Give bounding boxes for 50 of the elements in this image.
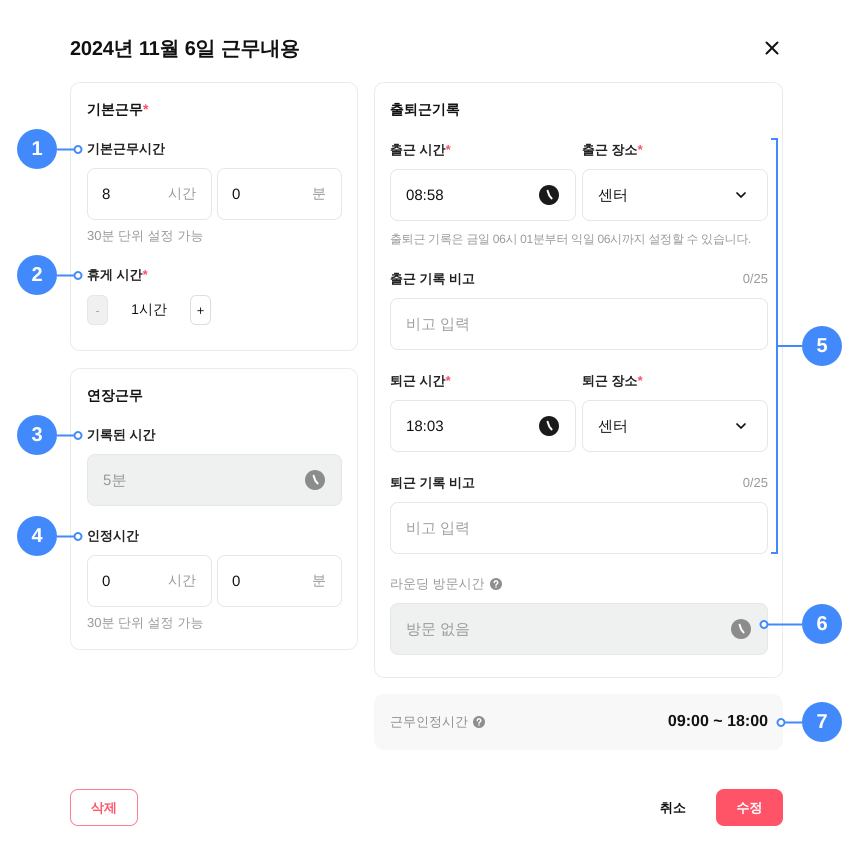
callout-number: 5 <box>802 326 842 366</box>
break-time-value: 1시간 <box>130 301 168 319</box>
field-label: 퇴근 장소* <box>582 372 643 390</box>
clock-icon <box>539 416 559 436</box>
character-counter: 0/25 <box>742 474 768 492</box>
field-label: 퇴근 시간* <box>390 372 451 390</box>
field-label: 휴게 시간* <box>87 266 148 284</box>
chevron-down-icon <box>736 192 746 198</box>
field-label: 인정시간 <box>87 527 139 545</box>
callout-number: 3 <box>17 415 57 455</box>
close-button[interactable] <box>765 41 779 55</box>
hint-text: 출퇴근 기록은 금일 06시 01분부터 익일 06시까지 설정할 수 있습니다. <box>390 231 752 248</box>
character-counter: 0/25 <box>742 270 768 288</box>
summary-label: 근무인정시간 <box>390 713 468 731</box>
section-heading: 연장근무 <box>87 386 144 405</box>
increase-button[interactable]: + <box>190 295 211 325</box>
help-text: 30분 단위 설정 가능 <box>87 227 204 245</box>
callout-number: 7 <box>802 702 842 742</box>
field-label: 퇴근 기록 비고 <box>390 474 476 492</box>
number-input[interactable]: 0 분 <box>217 168 342 220</box>
summary-value: 09:00 ~ 18:00 <box>668 713 768 731</box>
callout-number: 6 <box>802 604 842 644</box>
place-select[interactable]: 센터 <box>582 169 768 221</box>
number-input[interactable]: 8 시간 <box>87 168 212 220</box>
field-label: 기록된 시간 <box>87 426 156 444</box>
field-label: 출근 기록 비고 <box>390 270 476 288</box>
callout-number: 4 <box>17 516 57 556</box>
help-icon <box>490 578 502 590</box>
place-select[interactable]: 센터 <box>582 400 768 452</box>
field-label: 출근 시간* <box>390 141 451 159</box>
close-icon <box>765 41 779 55</box>
clock-icon <box>731 619 751 639</box>
field-label: 라운딩 방문시간 <box>390 575 485 593</box>
callout-number: 1 <box>17 129 57 169</box>
cancel-button[interactable]: 취소 <box>650 789 696 826</box>
help-icon <box>473 716 485 728</box>
number-input[interactable]: 0 시간 <box>87 555 212 607</box>
number-input[interactable]: 0 분 <box>217 555 342 607</box>
help-text: 30분 단위 설정 가능 <box>87 614 204 632</box>
field-label: 출근 장소* <box>582 141 643 159</box>
field-label: 기본근무시간 <box>87 140 165 158</box>
section-heading: 출퇴근기록 <box>390 100 461 119</box>
dialog-title: 2024년 11월 6일 근무내용 <box>70 36 300 62</box>
clock-icon <box>305 470 325 490</box>
time-input[interactable]: 08:58 <box>390 169 576 221</box>
callout-number: 2 <box>17 255 57 295</box>
time-input[interactable]: 18:03 <box>390 400 576 452</box>
section-heading: 기본근무* <box>87 100 150 119</box>
clock-icon <box>539 185 559 205</box>
chevron-down-icon <box>736 423 746 429</box>
